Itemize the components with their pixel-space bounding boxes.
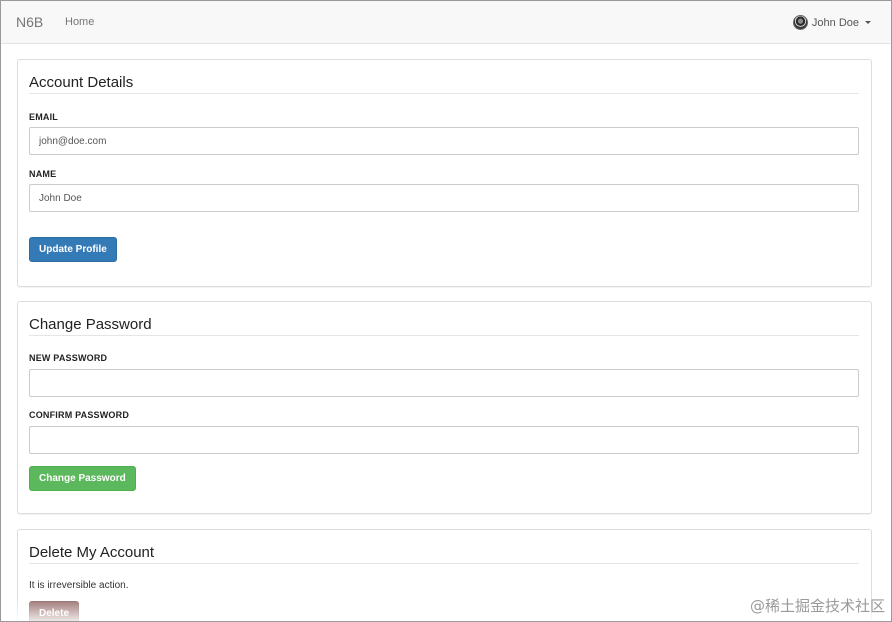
user-avatar-icon — [792, 15, 808, 30]
account-details-title: Account Details — [29, 74, 134, 91]
top-navbar: N6B Home John Doe — [1, 1, 891, 44]
name-label: NAME — [29, 169, 57, 179]
confirm-password-label: CONFIRM PASSWORD — [29, 410, 130, 420]
divider — [29, 93, 859, 94]
user-name: John Doe — [811, 16, 859, 29]
update-profile-button[interactable]: Update Profile — [29, 237, 117, 262]
user-menu-dropdown[interactable]: John Doe — [792, 14, 871, 31]
change-password-title: Change Password — [29, 316, 152, 333]
email-field[interactable] — [29, 127, 859, 155]
app-window: N6B Home John Doe Account Details EMAIL … — [0, 0, 892, 622]
watermark-text: @稀土掘金技术社区 — [749, 597, 885, 615]
delete-account-title: Delete My Account — [29, 544, 155, 561]
nav-link-home[interactable]: Home — [65, 16, 94, 28]
new-password-field[interactable] — [29, 369, 859, 397]
change-password-panel: Change Password NEW PASSWORD CONFIRM PAS… — [17, 301, 872, 514]
caret-down-icon — [865, 21, 871, 24]
divider — [29, 335, 859, 336]
account-details-panel: Account Details EMAIL NAME Update Profil… — [17, 59, 872, 287]
brand-link[interactable]: N6B — [16, 14, 43, 30]
delete-account-panel: Delete My Account It is irreversible act… — [17, 529, 872, 621]
delete-account-button[interactable]: Delete — [29, 601, 80, 621]
email-label: EMAIL — [29, 112, 58, 122]
divider — [29, 563, 859, 564]
change-password-button[interactable]: Change Password — [29, 466, 136, 491]
irreversible-note: It is irreversible action. — [29, 580, 129, 591]
name-field[interactable] — [29, 184, 859, 212]
new-password-label: NEW PASSWORD — [29, 353, 108, 363]
confirm-password-field[interactable] — [29, 426, 859, 454]
